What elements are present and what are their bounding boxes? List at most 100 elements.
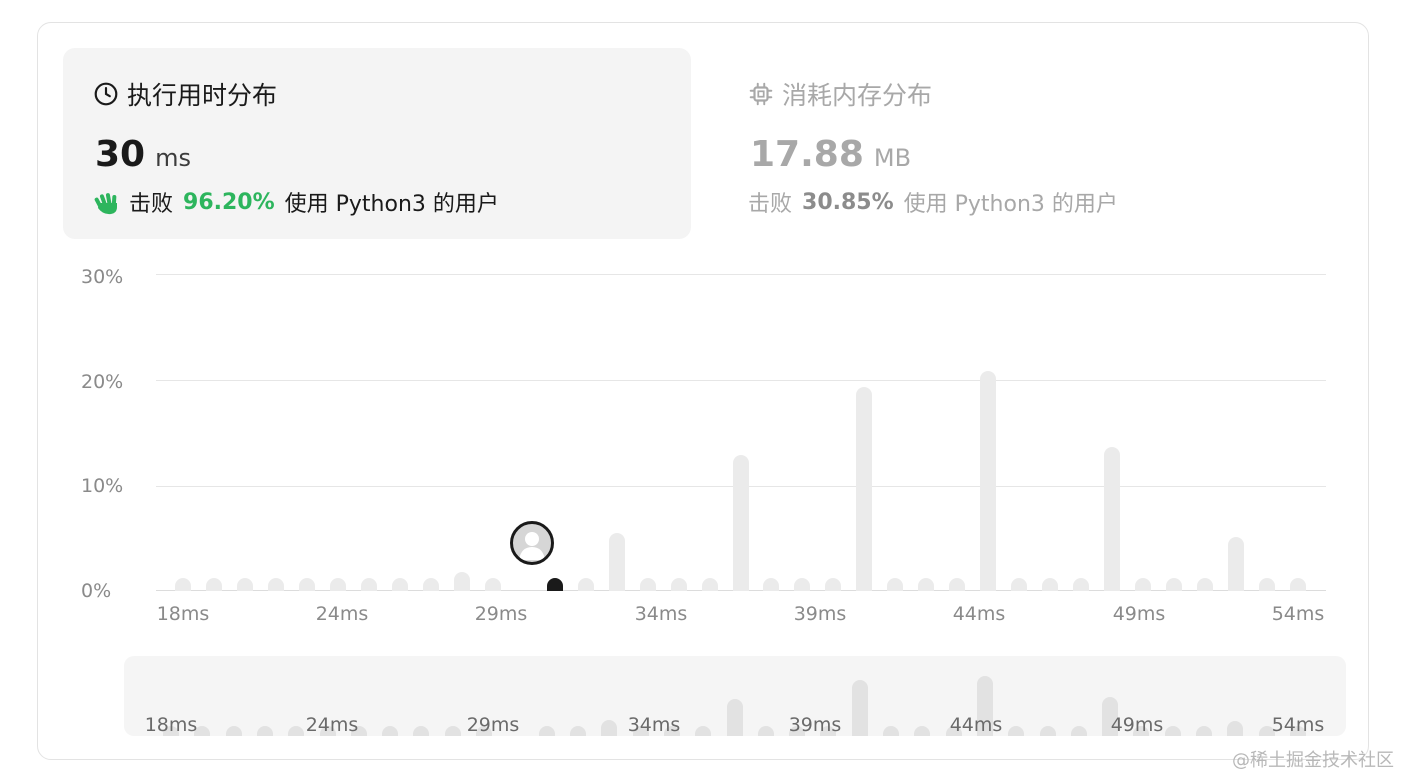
mini-histogram-bar <box>538 726 555 736</box>
memory-tab[interactable]: 消耗内存分布 17.88 MB 击败 30.85% 使用 Python3 的用户 <box>718 48 1346 239</box>
clap-icon <box>94 193 117 215</box>
avatar-icon <box>519 532 545 560</box>
histogram-bar[interactable] <box>732 454 749 591</box>
histogram-bar[interactable] <box>577 578 594 591</box>
mini-histogram-bar <box>569 726 586 736</box>
histogram-bar[interactable] <box>205 578 222 591</box>
mini-histogram-bar <box>851 680 868 736</box>
histogram-bar[interactable] <box>949 578 966 591</box>
histogram-bar[interactable] <box>1135 578 1152 591</box>
mini-x-label: 54ms <box>1271 714 1325 736</box>
histogram-bar[interactable] <box>1042 578 1059 591</box>
current-result-bar[interactable] <box>546 578 563 591</box>
histogram-bar[interactable] <box>856 387 873 591</box>
histogram-bar[interactable] <box>267 578 284 591</box>
mini-histogram-bar <box>1008 726 1025 736</box>
mini-histogram-bar <box>413 726 430 736</box>
memory-title: 消耗内存分布 <box>782 81 933 110</box>
mini-histogram-bar <box>288 726 305 736</box>
mini-x-label: 29ms <box>466 714 520 736</box>
histogram-bar[interactable] <box>453 571 470 591</box>
histogram-bar[interactable] <box>175 578 191 591</box>
histogram-bar[interactable] <box>918 578 935 591</box>
histogram-bar[interactable] <box>794 578 811 591</box>
runtime-header: 执行用时分布 <box>93 76 277 112</box>
mini-histogram-bar <box>225 726 242 736</box>
memory-beat: 击败 30.85% 使用 Python3 的用户 <box>748 186 1118 218</box>
mini-x-label: 18ms <box>144 714 198 736</box>
mini-x-label: 24ms <box>305 714 359 736</box>
watermark: @稀土掘金技术社区 <box>1232 750 1394 771</box>
histogram-bar[interactable] <box>887 578 904 591</box>
y-tick-label: 20% <box>81 371 124 393</box>
histogram-bar[interactable] <box>980 371 997 591</box>
histogram-bar[interactable] <box>1228 537 1245 591</box>
mini-histogram-bar <box>382 726 399 736</box>
histogram-bar[interactable] <box>1290 578 1306 591</box>
x-tick-label: 18ms <box>156 603 210 625</box>
gridline <box>156 380 1326 381</box>
clock-icon <box>94 82 118 106</box>
x-tick-label: 49ms <box>1112 603 1166 625</box>
runtime-beat-percent: 96.20% <box>183 189 275 215</box>
mini-histogram-bar <box>757 726 774 736</box>
histogram-bar[interactable] <box>391 578 408 591</box>
x-tick-label: 29ms <box>474 603 528 625</box>
mini-histogram-bar <box>726 698 743 736</box>
histogram-bar[interactable] <box>329 578 346 591</box>
y-tick-label: 10% <box>81 475 124 497</box>
histogram-bar[interactable] <box>701 578 718 591</box>
histogram-bar[interactable] <box>1259 578 1276 591</box>
x-tick-label: 39ms <box>793 603 847 625</box>
histogram-bar[interactable] <box>1166 578 1183 591</box>
mini-histogram-bar <box>1070 726 1087 736</box>
histogram-bar[interactable] <box>298 578 315 591</box>
mini-x-label: 34ms <box>627 714 681 736</box>
mini-histogram-bar <box>601 720 618 736</box>
histogram-bar[interactable] <box>236 578 253 591</box>
histogram-bar[interactable] <box>422 578 439 591</box>
user-avatar-marker <box>510 521 554 565</box>
histogram-bar[interactable] <box>1197 578 1214 591</box>
histogram-bar[interactable] <box>763 578 780 591</box>
histogram-bar[interactable] <box>825 578 842 591</box>
mini-histogram-bar <box>444 726 461 736</box>
memory-beat-prefix: 击败 <box>748 192 793 217</box>
memory-header: 消耗内存分布 <box>748 76 932 112</box>
runtime-beat: 击败 96.20% 使用 Python3 的用户 <box>93 186 499 218</box>
histogram-bar[interactable] <box>608 532 625 591</box>
memory-beat-suffix: 使用 Python3 的用户 <box>903 192 1118 217</box>
histogram-bar[interactable] <box>360 578 377 591</box>
runtime-tab[interactable]: 执行用时分布 30 ms 击败 96.20% 使用 Python3 的用户 <box>63 48 691 239</box>
mini-histogram-bar <box>1227 721 1244 736</box>
histogram-bar[interactable] <box>639 578 656 591</box>
mini-x-label: 49ms <box>1110 714 1164 736</box>
x-tick-label: 34ms <box>634 603 688 625</box>
memory-number: 17.88 <box>750 134 864 175</box>
mini-x-label: 44ms <box>949 714 1003 736</box>
runtime-number: 30 <box>95 134 146 175</box>
histogram-bar[interactable] <box>1011 578 1028 591</box>
mini-histogram-bar <box>1196 726 1213 736</box>
histogram-bar[interactable] <box>1104 447 1121 591</box>
histogram-bar[interactable] <box>670 578 687 591</box>
histogram-bar[interactable] <box>484 578 501 591</box>
gridline <box>156 274 1326 275</box>
runtime-value: 30 ms <box>95 134 191 175</box>
mini-x-label: 39ms <box>788 714 842 736</box>
mini-histogram-bar <box>1039 726 1056 736</box>
range-overview[interactable]: 18ms 24ms 29ms 34ms 39ms 44ms 49ms 54ms <box>124 656 1346 736</box>
x-tick-label: 54ms <box>1271 603 1325 625</box>
memory-unit: MB <box>873 144 912 172</box>
runtime-beat-prefix: 击败 <box>129 192 174 217</box>
mini-histogram-bar <box>914 726 931 736</box>
chip-icon <box>749 82 773 106</box>
memory-value: 17.88 MB <box>750 134 911 175</box>
runtime-beat-suffix: 使用 Python3 的用户 <box>284 192 499 217</box>
runtime-title: 执行用时分布 <box>127 81 278 110</box>
mini-histogram-bar <box>695 726 712 736</box>
mini-histogram-bar <box>256 726 273 736</box>
x-tick-label: 24ms <box>315 603 369 625</box>
histogram-bar[interactable] <box>1073 578 1090 591</box>
mini-histogram-bar <box>1164 726 1181 736</box>
